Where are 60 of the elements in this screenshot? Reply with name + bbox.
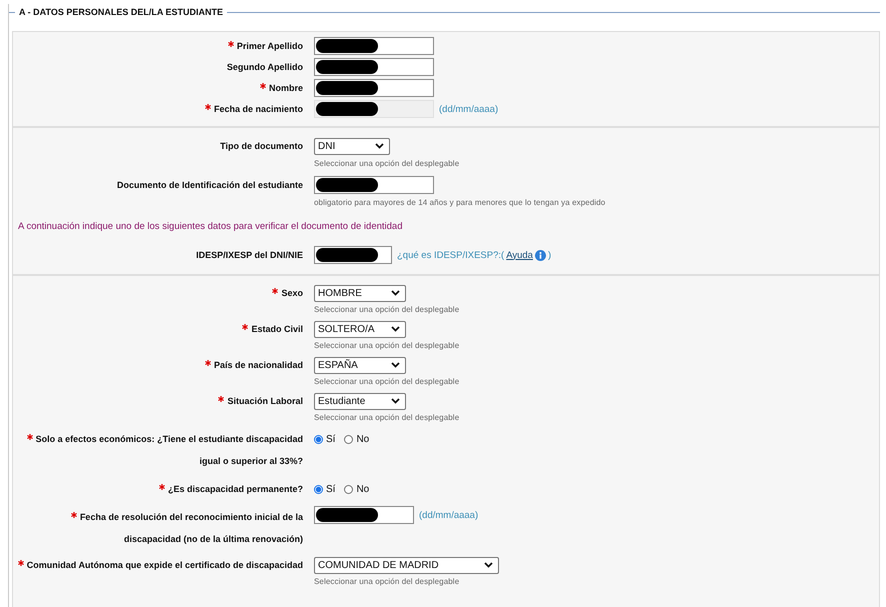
- date-field[interactable]: [314, 506, 414, 524]
- caret-icon: [484, 562, 493, 568]
- field-label: ¿Es discapacidad permanente?: [168, 484, 303, 494]
- select-field[interactable]: ESPAÑA: [314, 356, 406, 374]
- field-label: Sexo: [281, 288, 303, 298]
- caret-icon: [375, 143, 384, 149]
- field-label: Documento de Identificación del estudiante: [116, 180, 303, 190]
- radio-label: No: [356, 484, 370, 494]
- help-text: Seleccionar una opción del desplegable: [314, 377, 460, 386]
- caret-icon: [391, 362, 400, 368]
- select-field[interactable]: HOMBRE: [314, 284, 406, 302]
- help-link[interactable]: Ayuda: [506, 250, 533, 260]
- date-format-hint: (dd/mm/aaaa): [439, 104, 498, 114]
- text-field[interactable]: [314, 58, 434, 76]
- field-label: IDESP/IXESP del DNI/NIE: [196, 250, 303, 260]
- help-suffix: ): [548, 250, 552, 260]
- help-text: obligatorio para mayores de 14 años y para menores que lo tengan ya expedido: [314, 198, 606, 207]
- radio-button[interactable]: [314, 434, 323, 444]
- radio-option[interactable]: No: [344, 484, 370, 494]
- field-label: Segundo Apellido: [226, 62, 303, 72]
- radio-option[interactable]: Sí: [314, 434, 336, 444]
- field-label: Fecha de nacimiento: [214, 104, 303, 114]
- caret-icon: [391, 290, 400, 296]
- field-label: Nombre: [268, 83, 303, 93]
- radio-label: Sí: [326, 484, 336, 494]
- select-field[interactable]: COMUNIDAD DE MADRID: [314, 556, 499, 574]
- help-text: Seleccionar una opción del desplegable: [314, 577, 460, 586]
- help-text: Seleccionar una opción del desplegable: [314, 305, 460, 314]
- text-field[interactable]: [314, 246, 392, 264]
- caret-icon: [391, 326, 400, 332]
- field-label: Comunidad Autónoma que expide el certificado de discapacidad: [26, 560, 303, 570]
- help-question: ¿qué es IDESP/IXESP?:(: [397, 250, 504, 260]
- radio-option[interactable]: No: [344, 434, 370, 444]
- help-text: Seleccionar una opción del desplegable: [314, 413, 460, 422]
- text-field[interactable]: [314, 37, 434, 55]
- radio-label: No: [356, 434, 370, 444]
- radio-button[interactable]: [314, 484, 323, 494]
- radio-button[interactable]: [344, 484, 354, 494]
- field-label: Fecha de resolución del reconocimiento inicial de la discapacidad (no de la última renovación): [80, 512, 303, 544]
- radio-option[interactable]: Sí: [314, 484, 336, 494]
- select-field[interactable]: DNI: [314, 138, 390, 154]
- text-field[interactable]: [314, 79, 434, 97]
- radio-button[interactable]: [344, 434, 354, 444]
- radio-label: Sí: [326, 434, 336, 444]
- field-label: Tipo de documento: [220, 141, 303, 151]
- field-label: Estado Civil: [251, 324, 303, 334]
- date-format-hint: (dd/mm/aaaa): [419, 510, 478, 520]
- select-field[interactable]: SOLTERO/A: [314, 320, 406, 338]
- help-text: Seleccionar una opción del desplegable: [314, 341, 460, 350]
- field-label: Solo a efectos económicos: ¿Tiene el estudiante discapacidad igual o superior al 33%?: [36, 434, 303, 466]
- caret-icon: [391, 398, 400, 404]
- field-label: Primer Apellido: [236, 41, 303, 51]
- field-label: Situación Laboral: [227, 396, 303, 406]
- help-text: Seleccionar una opción del desplegable: [314, 159, 460, 168]
- section-title: A - DATOS PERSONALES DEL/LA ESTUDIANTE: [18, 7, 224, 17]
- select-field[interactable]: Estudiante: [314, 392, 406, 410]
- text-field[interactable]: [314, 176, 434, 194]
- notice-text: A continuación indique uno de los siguientes datos para verificar el documento de identidad: [17, 220, 404, 234]
- field-label: País de nacionalidad: [214, 360, 303, 370]
- info-icon[interactable]: [534, 250, 546, 260]
